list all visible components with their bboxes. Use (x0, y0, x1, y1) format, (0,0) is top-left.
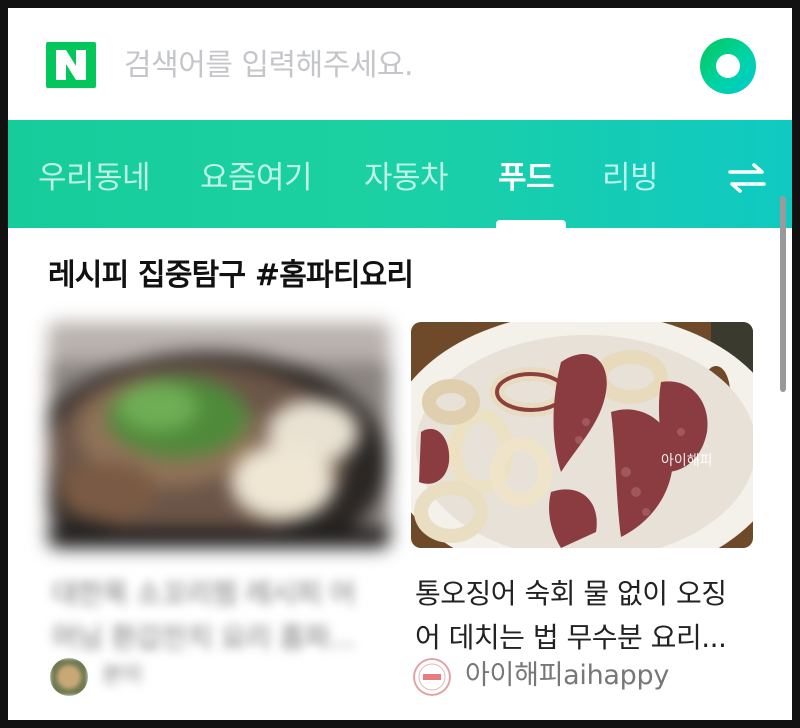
author-avatar (413, 658, 451, 696)
tab-trending[interactable]: 요즘여기 (200, 158, 313, 198)
recipe-card[interactable]: 대한목 소꼬리찜 레시피 어 머님 환갑잔치 요리 홈파... 본이 (48, 322, 390, 696)
card-title[interactable]: 대한목 소꼬리찜 레시피 어 머님 환갑잔치 요리 홈파... (52, 572, 392, 660)
green-dot-icon[interactable] (700, 38, 756, 94)
tab-food[interactable]: 푸드 (498, 158, 555, 198)
author-name: 본이 (102, 663, 142, 688)
author-name: 아이해피aihappy (465, 660, 670, 691)
card-title[interactable]: 통오징어 숙회 물 없이 오징 어 데치는 법 무수분 요리... (415, 572, 755, 660)
header: 검색어를 입력해주세요. (8, 8, 792, 120)
scrollbar[interactable] (780, 196, 786, 392)
app-frame: 검색어를 입력해주세요. 우리동네 요즘여기 자동차 푸드 리빙 레시피 집중탐… (8, 8, 792, 720)
naver-logo[interactable] (46, 42, 96, 88)
author-avatar (50, 658, 88, 696)
recipe-card[interactable]: 아이해피 통오징어 숙회 물 없이 오징 어 데치는 법 무수분 요리... 아… (411, 322, 753, 696)
tab-living[interactable]: 리빙 (602, 158, 659, 198)
naver-n-icon (56, 50, 86, 80)
section-title: 레시피 집중탐구 #홈파티요리 (48, 258, 414, 293)
tab-neighborhood[interactable]: 우리동네 (38, 158, 151, 198)
image-watermark: 아이해피 (661, 453, 713, 469)
card-author[interactable]: 본이 (50, 654, 390, 696)
card-thumbnail[interactable] (48, 322, 390, 548)
category-tab-bar: 우리동네 요즘여기 자동차 푸드 리빙 (8, 120, 792, 228)
tab-car[interactable]: 자동차 (364, 158, 449, 198)
search-input[interactable]: 검색어를 입력해주세요. (124, 46, 414, 86)
active-tab-indicator (496, 220, 566, 228)
card-author[interactable]: 아이해피aihappy (413, 654, 753, 696)
swap-arrows-icon[interactable] (726, 160, 768, 196)
card-thumbnail[interactable]: 아이해피 (411, 322, 753, 548)
